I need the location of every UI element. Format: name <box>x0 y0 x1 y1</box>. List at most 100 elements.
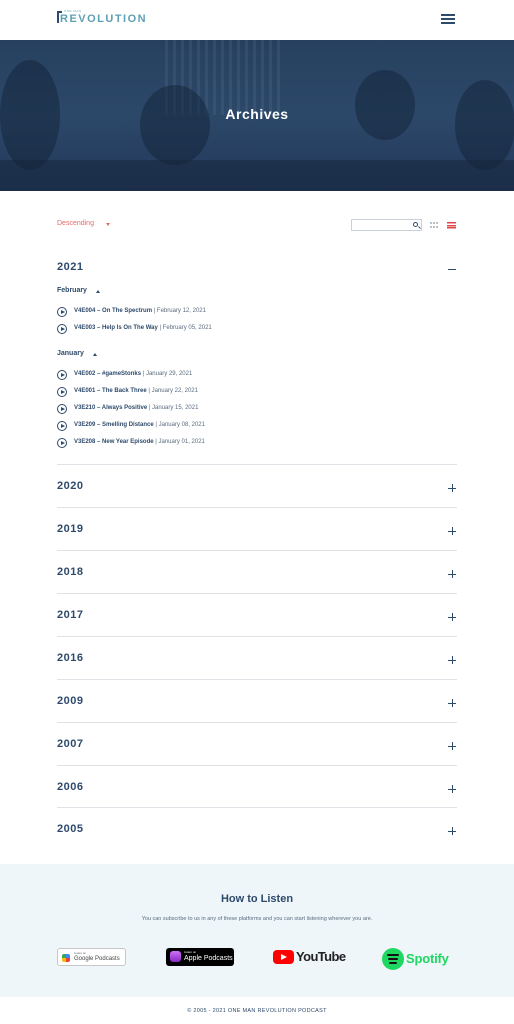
episode-title[interactable]: V4E003 – Help Is On The Way <box>74 325 158 331</box>
section-title: How to Listen <box>220 893 294 905</box>
footer: © 2005 - 2021 ONE MAN REVOLUTION PODCAST <box>0 997 514 1024</box>
year-label: 2017 <box>57 609 84 621</box>
play-icon[interactable] <box>57 370 67 380</box>
sort-dropdown[interactable]: Descending <box>57 220 94 227</box>
divider <box>57 722 457 723</box>
collapse-icon[interactable] <box>448 265 456 273</box>
year-label: 2009 <box>57 695 84 707</box>
hero-banner: Archives <box>0 40 514 191</box>
year-label: 2021 <box>57 261 84 273</box>
expand-icon[interactable] <box>448 527 456 535</box>
expand-icon[interactable] <box>448 742 456 750</box>
play-icon[interactable] <box>57 387 67 397</box>
apple-podcasts-icon <box>170 951 181 962</box>
copyright-text: © 2005 - 2021 ONE MAN REVOLUTION PODCAST <box>187 1008 327 1014</box>
episode-title[interactable]: V3E210 – Always Positive <box>74 405 147 411</box>
year-toggle-2016[interactable]: 2016 <box>57 649 457 669</box>
apple-podcasts-badge[interactable]: Listen on Apple Podcasts <box>166 948 234 966</box>
year-toggle-2019[interactable]: 2019 <box>57 520 457 540</box>
youtube-wordmark: YouTube <box>296 949 346 964</box>
episode-title[interactable]: V4E004 – On The Spectrum <box>74 308 152 314</box>
chevron-up-icon[interactable] <box>93 353 97 356</box>
google-podcasts-badge[interactable]: Listen on Google Podcasts <box>57 948 126 966</box>
month-toggle-january[interactable]: January <box>57 350 84 357</box>
year-toggle-2018[interactable]: 2018 <box>57 563 457 583</box>
divider <box>57 550 457 551</box>
grid-view-icon[interactable] <box>430 222 439 228</box>
episode-item: V3E208 – New Year Episode | January 01, … <box>57 438 357 450</box>
year-label: 2019 <box>57 523 84 535</box>
year-label: 2006 <box>57 781 84 793</box>
expand-icon[interactable] <box>448 699 456 707</box>
episode-date: | January 01, 2021 <box>153 439 205 445</box>
logo-word: REVOLUTION <box>60 13 148 25</box>
year-label: 2007 <box>57 738 84 750</box>
expand-icon[interactable] <box>448 785 456 793</box>
spotify-wordmark: Spotify <box>406 951 449 966</box>
divider <box>57 807 457 808</box>
month-toggle-february[interactable]: February <box>57 287 87 294</box>
episode-date: | January 08, 2021 <box>153 422 205 428</box>
year-toggle-2021[interactable]: 2021 <box>57 258 457 278</box>
how-to-listen-section: How to Listen You can subscribe to us in… <box>0 864 514 997</box>
expand-icon[interactable] <box>448 656 456 664</box>
badge-big-text: Google Podcasts <box>74 956 120 962</box>
expand-icon[interactable] <box>448 484 456 492</box>
chevron-up-icon[interactable] <box>96 290 100 293</box>
year-toggle-2005[interactable]: 2005 <box>57 820 457 840</box>
play-icon[interactable] <box>57 438 67 448</box>
episode-item: V4E001 – The Back Three | January 22, 20… <box>57 387 357 399</box>
play-icon[interactable] <box>57 324 67 334</box>
episode-title[interactable]: V3E209 – Smelling Distance <box>74 422 154 428</box>
divider <box>57 679 457 680</box>
google-podcasts-icon <box>62 954 70 962</box>
youtube-badge[interactable]: YouTube <box>273 948 346 966</box>
list-view-icon[interactable] <box>447 222 456 229</box>
spotify-badge[interactable]: Spotify <box>382 948 457 970</box>
year-toggle-2009[interactable]: 2009 <box>57 692 457 712</box>
episode-date: | February 05, 2021 <box>157 325 212 331</box>
episode-date: | January 15, 2021 <box>147 405 199 411</box>
year-label: 2016 <box>57 652 84 664</box>
episode-date: | January 22, 2021 <box>146 388 198 394</box>
year-toggle-2006[interactable]: 2006 <box>57 778 457 798</box>
hero-background-desk <box>0 160 514 191</box>
divider <box>57 464 457 465</box>
divider <box>57 593 457 594</box>
episode-title[interactable]: V4E002 – #gameStonks <box>74 371 141 377</box>
year-label: 2018 <box>57 566 84 578</box>
episode-item: V3E210 – Always Positive | January 15, 2… <box>57 404 357 416</box>
play-icon[interactable] <box>57 404 67 414</box>
episode-item: V3E209 – Smelling Distance | January 08,… <box>57 421 357 433</box>
expand-icon[interactable] <box>448 570 456 578</box>
divider <box>57 507 457 508</box>
search-input[interactable] <box>354 221 408 230</box>
badge-small-text: Listen on <box>74 951 87 955</box>
search-box[interactable] <box>351 219 422 231</box>
year-label: 2005 <box>57 823 84 835</box>
episode-title[interactable]: V3E208 – New Year Episode <box>74 439 154 445</box>
expand-icon[interactable] <box>448 613 456 621</box>
play-icon[interactable] <box>57 421 67 431</box>
chevron-down-icon[interactable] <box>106 223 110 226</box>
play-icon[interactable] <box>57 307 67 317</box>
divider <box>57 765 457 766</box>
hamburger-menu-icon[interactable] <box>441 14 455 24</box>
page-title: Archives <box>225 106 289 122</box>
episode-date: | January 29, 2021 <box>141 371 193 377</box>
badge-small-text: Listen on <box>184 950 197 954</box>
year-toggle-2020[interactable]: 2020 <box>57 477 457 497</box>
year-toggle-2007[interactable]: 2007 <box>57 735 457 755</box>
divider <box>57 636 457 637</box>
badge-big-text: Apple Podcasts <box>184 955 233 962</box>
search-icon[interactable] <box>413 222 418 227</box>
top-bar: ONE MAN REVOLUTION <box>0 0 514 40</box>
episode-title[interactable]: V4E001 – The Back Three <box>74 388 147 394</box>
episode-item: V4E003 – Help Is On The Way | February 0… <box>57 324 357 336</box>
spotify-icon <box>382 948 404 970</box>
expand-icon[interactable] <box>448 827 456 835</box>
year-toggle-2017[interactable]: 2017 <box>57 606 457 626</box>
episode-date: | February 12, 2021 <box>152 308 206 314</box>
episode-item: V4E002 – #gameStonks | January 29, 2021 <box>57 370 357 382</box>
youtube-play-icon <box>273 950 294 964</box>
